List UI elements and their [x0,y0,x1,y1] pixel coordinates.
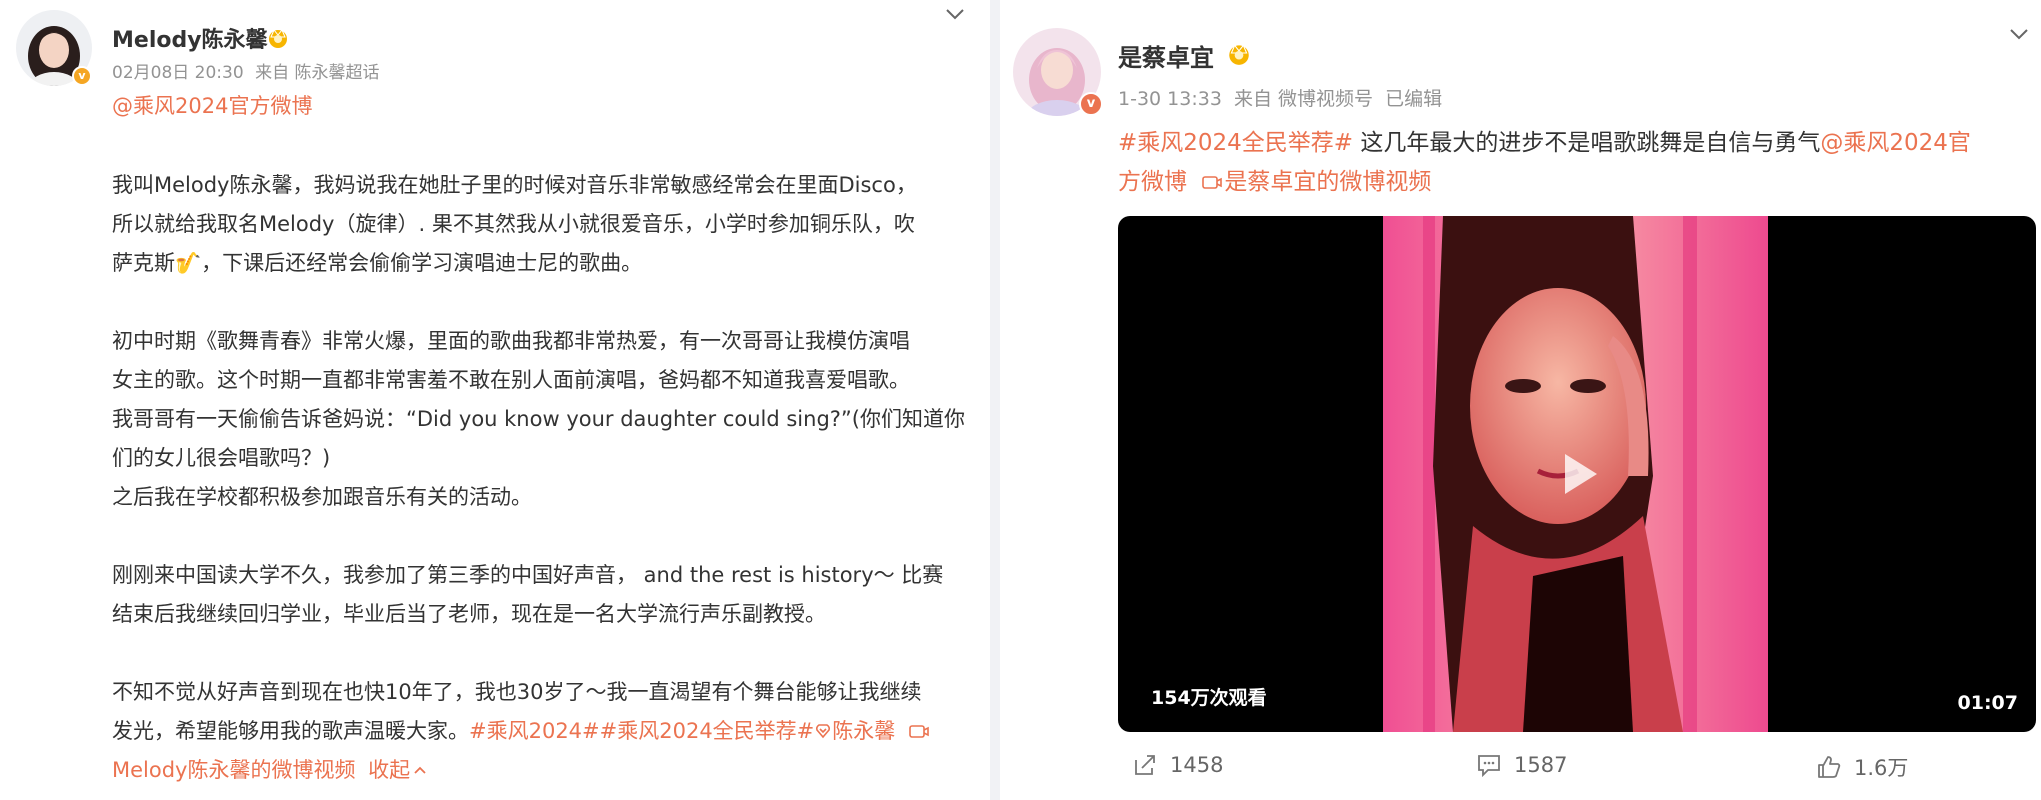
video-player[interactable]: 154万次观看 01:07 [1118,216,2036,732]
post-body: #乘风2024全民举荐# 这几年最大的进步不是唱歌跳舞是自信与勇气@乘风2024… [1118,124,1971,202]
body-line: 我哥哥有一天偷偷告诉爸妈说：“Did you know your daughte… [112,407,966,431]
like-button[interactable]: 1.6万 [1816,752,1908,782]
body-line: 我叫Melody陈永馨，我妈说我在她肚子里的时候对音乐非常敏感经常会在里面Dis… [112,173,917,197]
body-line: 初中时期《歌舞青春》非常火爆，里面的歌曲我都非常热爱，有一次哥哥让我模仿演唱 [112,329,910,353]
super-topic-link[interactable]: 陈永馨 [814,719,895,743]
crown-badge-icon[interactable] [266,25,290,49]
view-count: 154万次观看 [1151,687,1267,709]
like-count: 1.6万 [1854,756,1909,780]
video-duration: 01:07 [1957,692,2018,714]
body-line: 萨克斯🎷，下课后还经常会偷偷学习演唱迪士尼的歌曲。 [112,251,643,275]
body-line: 不知不觉从好声音到现在也快10年了，我也30岁了～我一直渴望有个舞台能够让我继续 [112,680,922,704]
right-post-card: v 是蔡卓宜 1-30 13:33 来自 微博视频号 已编辑 #乘风2024全民… [1000,0,2041,800]
mention-link[interactable]: @乘风2024官方微博 [112,92,312,120]
hashtag-link[interactable]: #乘风2024全民举荐# [1118,130,1353,156]
body-line-with-links: 发光，希望能够用我的歌声温暖大家。#乘风2024##乘风2024全民举荐# 陈永馨 [112,712,965,751]
verified-badge-icon: v [72,66,92,86]
mention-link-continued[interactable]: 方微博 [1118,169,1187,195]
comment-count: 1587 [1514,753,1568,777]
play-icon[interactable] [1547,444,1607,504]
body-line: 结束后我继续回归学业，毕业后当了老师，现在是一名大学流行声乐副教授。 [112,602,826,626]
video-link-icon[interactable] [1200,173,1224,191]
post-body: 我叫Melody陈永馨，我妈说我在她肚子里的时候对音乐非常敏感经常会在里面Dis… [112,166,965,790]
chevron-up-icon [414,766,426,774]
body-text: 这几年最大的进步不是唱歌跳舞是自信与勇气 [1353,130,1821,156]
body-line-with-links: Melody陈永馨的微博视频 收起 [112,751,965,790]
left-post-card: v Melody陈永馨 02月08日 20:30 来自 陈永馨超话 @乘风202… [0,0,990,800]
chevron-down-icon[interactable] [944,6,966,22]
avatar[interactable]: v [1013,28,1103,116]
post-meta: 02月08日 20:30 来自 陈永馨超话 [112,58,379,83]
video-link[interactable]: Melody陈永馨的微博视频 [112,758,355,782]
super-topic-icon [816,724,831,739]
body-line: 刚刚来中国读大学不久，我参加了第三季的中国好声音， and the rest i… [112,563,944,587]
body-line: 们的女儿很会唱歌吗？) [112,446,331,470]
mention-link[interactable]: @乘风2024官 [1820,130,1971,156]
timestamp[interactable]: 1-30 13:33 [1118,88,1222,110]
comment-button[interactable]: 1587 [1476,752,1567,778]
post-meta: 1-30 13:33 来自 微博视频号 已编辑 [1118,84,1442,111]
thumbs-up-icon [1818,756,1841,778]
username[interactable]: Melody陈永馨 [112,22,268,54]
verified-badge-icon: v [1079,92,1103,116]
chevron-down-icon[interactable] [2008,26,2030,42]
collapse-button[interactable]: 收起 [368,758,428,782]
collapse-label: 收起 [368,758,411,782]
super-topic-label: 陈永馨 [832,719,896,743]
crown-badge-icon[interactable] [1226,40,1252,66]
body-text: 发光，希望能够用我的歌声温暖大家。 [112,719,469,743]
video-link[interactable]: 是蔡卓宜的微博视频 [1224,169,1431,195]
feed-divider [990,0,1000,800]
body-line: 所以就给我取名Melody（旋律）. 果不其然我从小就很爱音乐，小学时参加铜乐队… [112,212,915,236]
repost-icon [1135,755,1155,775]
username[interactable]: 是蔡卓宜 [1118,38,1214,73]
video-link-icon[interactable] [908,722,930,740]
repost-button[interactable]: 1458 [1132,752,1223,778]
body-line: 之后我在学校都积极参加跟音乐有关的活动。 [112,485,532,509]
edited-label: 已编辑 [1385,88,1443,110]
body-line: 女主的歌。这个时期一直都非常害羞不敢在别人面前演唱，爸妈都不知道我喜爱唱歌。 [112,368,910,392]
source[interactable]: 来自 陈永馨超话 [255,63,379,83]
hashtag-link[interactable]: #乘风2024##乘风2024全民举荐# [469,719,814,743]
timestamp[interactable]: 02月08日 20:30 [112,63,244,83]
avatar[interactable]: v [16,10,92,86]
repost-count: 1458 [1170,753,1224,777]
source[interactable]: 来自 微博视频号 [1234,88,1373,110]
comment-icon [1478,755,1500,778]
